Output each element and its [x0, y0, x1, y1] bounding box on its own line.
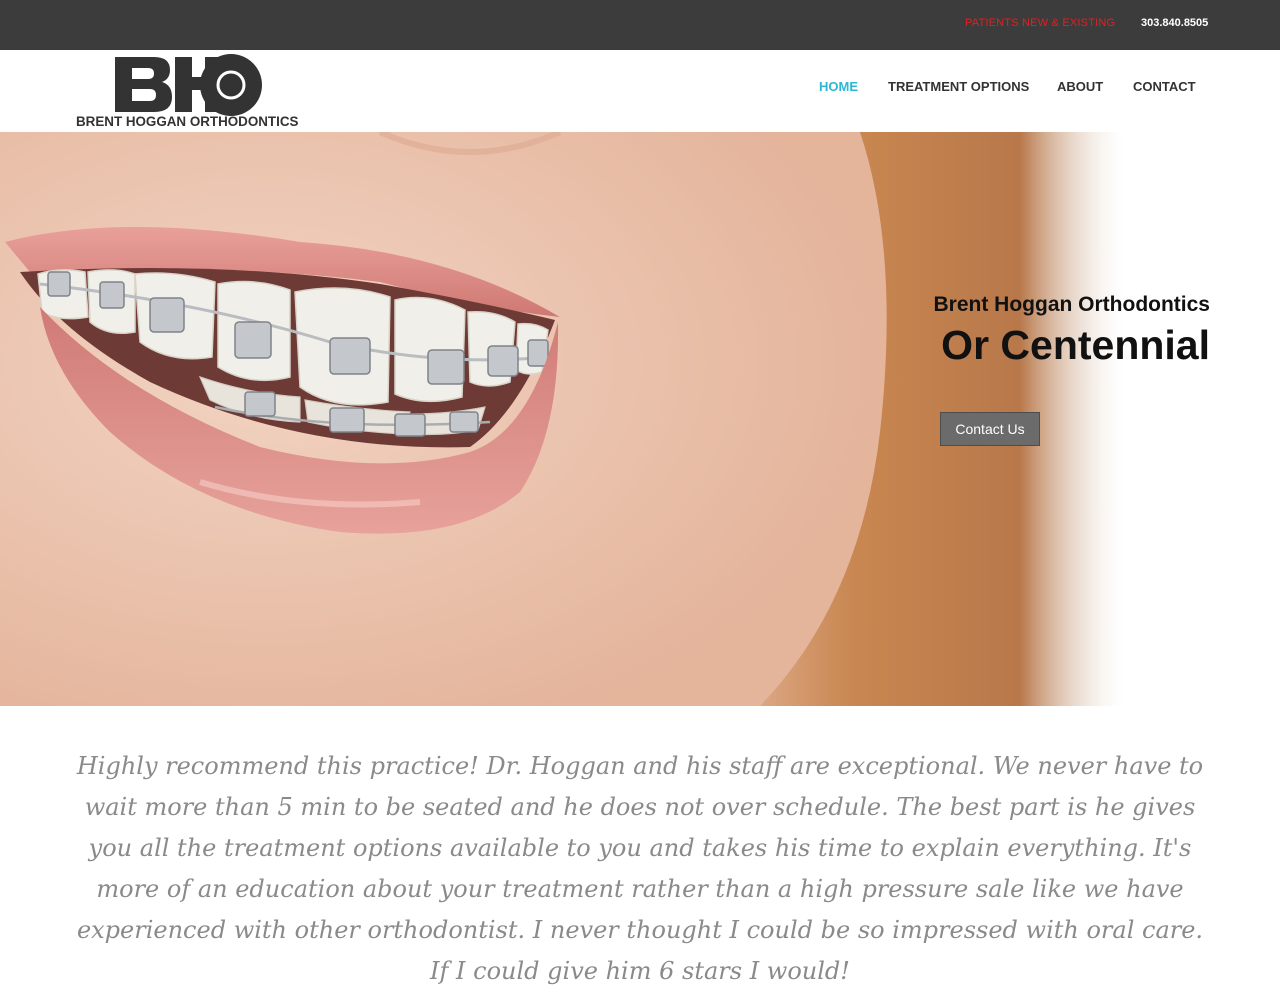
phone-number-link[interactable]: 303.840.8505: [1141, 17, 1208, 29]
hero-banner: Brent Hoggan Orthodontics Or Centennial …: [0, 132, 1280, 706]
smile-braces-photo: [0, 132, 1120, 706]
hero-subtitle: Brent Hoggan Orthodontics: [933, 293, 1211, 316]
contact-us-button[interactable]: Contact Us: [940, 412, 1040, 446]
site-header: BRENT HOGGAN ORTHODONTICS HOME TREATMENT…: [0, 50, 1280, 133]
hero-title: Or Centennial: [941, 322, 1210, 368]
testimonial-quote: Highly recommend this practice! Dr. Hogg…: [76, 752, 1204, 985]
nav-treatment-options[interactable]: TREATMENT OPTIONS: [888, 79, 1029, 94]
nav-about[interactable]: ABOUT: [1057, 79, 1103, 94]
bho-logo[interactable]: BRENT HOGGAN ORTHODONTICS: [74, 54, 304, 130]
logo-graphic: BRENT HOGGAN ORTHODONTICS: [76, 54, 298, 129]
nav-contact[interactable]: CONTACT: [1133, 79, 1196, 94]
nav-home[interactable]: HOME: [819, 79, 858, 94]
top-bar: PATIENTS NEW & EXISTING 303.840.8505: [0, 0, 1280, 50]
patients-new-existing-link[interactable]: PATIENTS NEW & EXISTING: [965, 17, 1115, 29]
logo-name: BRENT HOGGAN ORTHODONTICS: [76, 114, 298, 129]
